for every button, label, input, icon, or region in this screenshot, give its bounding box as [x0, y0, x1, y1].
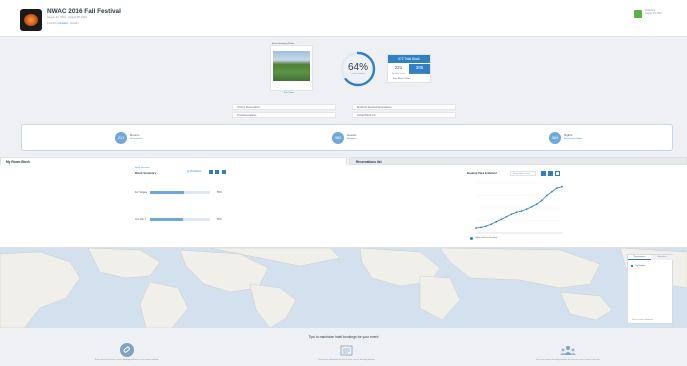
download-icon[interactable]: [555, 171, 560, 176]
event-dates: August 20, 2016 - August 28, 2016: [47, 16, 87, 19]
data-point[interactable]: [475, 227, 477, 229]
block-heading: Block Summary: [135, 171, 157, 175]
block-row-label: For Singles: [135, 191, 148, 194]
event-photo[interactable]: [270, 45, 313, 91]
view-block-button[interactable]: View Block & Rates: [393, 78, 410, 80]
map-legend-item: For Singles: [635, 265, 646, 267]
view-list-icon[interactable]: [215, 170, 219, 174]
block-subheading: Hotel Inventory: [135, 167, 150, 169]
rooms-count: 211: [115, 132, 127, 144]
view-chart-icon[interactable]: [222, 170, 226, 174]
rooms-label: Rooms: [130, 133, 140, 137]
legend-swatch: [470, 237, 473, 240]
tip-text: Post your event's booking website link o…: [535, 359, 601, 361]
find-reservations-link[interactable]: Find Reservations: [232, 112, 336, 118]
data-point[interactable]: [510, 213, 513, 216]
guests-sub[interactable]: Attendees: [347, 138, 357, 140]
data-point[interactable]: [530, 205, 533, 208]
tab-bar: My Room Block Reservations list: [0, 157, 687, 165]
picked-rooms-label: Picked-up Rooms: [412, 73, 427, 75]
booking-pace-chart: [475, 182, 563, 234]
legend-checkbox[interactable]: [631, 265, 633, 267]
guests-count: 382: [332, 132, 344, 144]
tip-text: Email your attendees the link to your ev…: [318, 359, 376, 361]
data-point[interactable]: [490, 223, 493, 226]
tips-heading: Tips to maximize hotel bookings for your…: [308, 335, 379, 339]
block-summary-box: 672 Total Block 221 385 Available Rooms …: [387, 54, 431, 83]
block-row-fill: [150, 191, 184, 194]
tab-map-reservations[interactable]: Reservations: [628, 255, 651, 260]
data-point[interactable]: [495, 220, 498, 223]
available-rooms-label: Available Rooms: [391, 73, 406, 75]
data-point[interactable]: [520, 210, 523, 213]
newsletter-icon: [340, 345, 353, 356]
line-chart-icon[interactable]: [541, 171, 546, 176]
visitor-reservations-link[interactable]: Visitor's Reservations: [232, 104, 336, 110]
nights-count: 389: [549, 132, 561, 144]
data-point[interactable]: [550, 190, 553, 193]
data-point[interactable]: [561, 185, 563, 188]
series-line: [475, 186, 563, 229]
map-footer[interactable]: Show Location of Attendee: [632, 319, 653, 321]
map-land: [0, 248, 687, 328]
total-block: 672 Total Block: [388, 55, 430, 63]
chart-title: Booking Pace & Method: [467, 172, 497, 175]
block-row-value: 55%: [217, 218, 222, 221]
group-icon: [560, 346, 576, 355]
data-point[interactable]: [525, 208, 528, 211]
data-point[interactable]: [500, 218, 503, 221]
manager-link[interactable]: Uploaded: [58, 22, 68, 25]
event-logo: [20, 9, 42, 31]
nights-label: Nights: [564, 133, 573, 137]
block-row-value: 56%: [217, 191, 222, 194]
rooms-sub[interactable]: Reservations: [130, 138, 143, 140]
data-point[interactable]: [556, 187, 558, 189]
data-point[interactable]: [505, 215, 508, 218]
booked-percent-label: rooms booked: [351, 73, 365, 75]
bar-chart-icon[interactable]: [548, 171, 553, 176]
published-status: Published August 20, 2016: [645, 10, 662, 16]
tab-reservations[interactable]: Reservations list: [349, 157, 687, 165]
event-header: NWAC 2016 Fall Festival August 20, 2016 …: [0, 0, 687, 37]
guests-label: Guests: [347, 133, 357, 137]
data-point[interactable]: [480, 226, 482, 229]
legend-label: Online (Link for Passkey): [475, 237, 498, 239]
print-block-button[interactable]: ▤ Print Block: [187, 170, 201, 173]
edit-photo-button[interactable]: Edit Photo: [284, 92, 294, 94]
booked-percent: 64%: [347, 62, 368, 73]
tab-map-other[interactable]: Attendees: [651, 255, 673, 260]
published-icon: [634, 10, 642, 18]
block-row-label: Ave Nite 1: [135, 218, 146, 221]
data-point[interactable]: [485, 225, 488, 228]
email-reservations-link[interactable]: Email Me Selected Reservations: [352, 104, 456, 110]
upload-block-link[interactable]: Upload Block List: [352, 112, 456, 118]
link-icon: [120, 343, 134, 357]
event-title: NWAC 2016 Fall Festival: [47, 8, 121, 15]
stadium-image: [273, 51, 310, 81]
world-map[interactable]: [0, 248, 687, 328]
data-point[interactable]: [515, 211, 518, 214]
map-side-panel: Reservations Attendees For Singles Show …: [627, 254, 673, 324]
tip-text: Share the link for your event's booking …: [94, 359, 160, 361]
data-point[interactable]: [540, 199, 543, 202]
metric-dropdown[interactable]: Reservation Count: [510, 171, 536, 176]
event-manager: Inventory Uploaded - Vendors: [47, 22, 79, 25]
stats-bar: 211 Rooms Reservations 382 Guests Attend…: [21, 124, 673, 151]
view-grid-icon[interactable]: [209, 170, 213, 174]
block-panel: Hotel Inventory Block Summary ▤ Print Bl…: [0, 165, 687, 248]
tab-room-block[interactable]: My Room Block: [0, 157, 347, 165]
block-row-fill: [150, 218, 183, 221]
nights-sub[interactable]: Reservation Nights: [564, 138, 588, 140]
data-point[interactable]: [545, 194, 548, 197]
data-point[interactable]: [535, 203, 538, 206]
